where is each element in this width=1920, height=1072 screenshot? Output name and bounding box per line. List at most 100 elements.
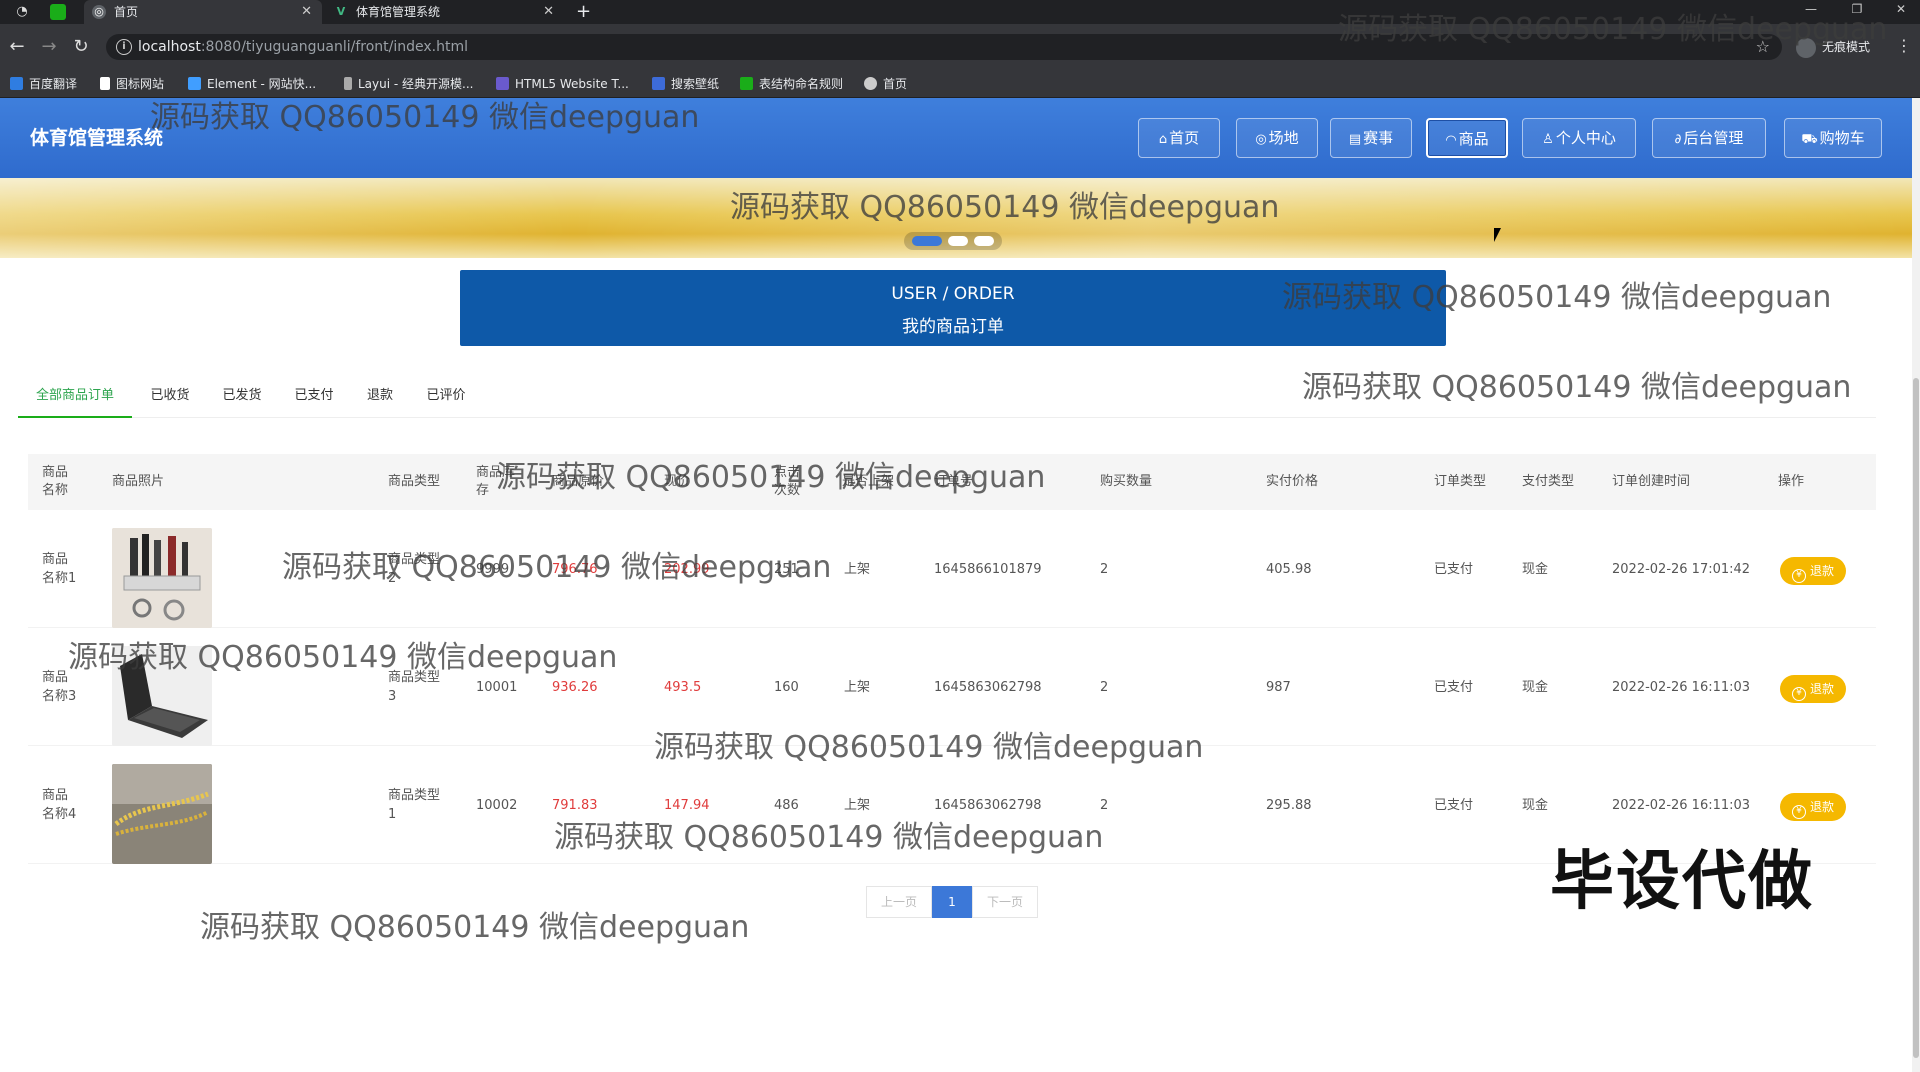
tab-received[interactable]: 已收货 [142, 376, 198, 418]
col-header: 操作 [1778, 474, 1805, 489]
nav-cart[interactable]: ⛟ 购物车 [1784, 118, 1882, 158]
cell-price: 147.94 [664, 797, 710, 813]
col-header: 实付价格 [1266, 474, 1319, 489]
cell-clicks: 160 [774, 679, 799, 695]
bookmark-item[interactable]: 首页 [864, 70, 907, 98]
cell-price: 493.5 [664, 679, 702, 695]
refund-button[interactable]: ¥ 退款 [1780, 557, 1846, 585]
new-tab-button[interactable]: + [576, 0, 591, 24]
url-input[interactable]: i localhost:8080/tiyuguanguanli/front/in… [106, 34, 1782, 60]
nav-venue[interactable]: ◎ 场地 [1236, 118, 1318, 158]
col-header: 订单创建时间 [1612, 474, 1691, 489]
nav-label: 后台管理 [1683, 129, 1744, 147]
tab-shipped[interactable]: 已发货 [214, 376, 270, 418]
cell-orig-price: 936.26 [552, 679, 598, 695]
app-favicon-icon[interactable] [50, 4, 66, 20]
tab-reviewed[interactable]: 已评价 [418, 376, 474, 418]
cell-price: 202.99 [664, 561, 710, 577]
tab-label: 首页 [114, 5, 139, 19]
cell-qty: 2 [1100, 561, 1109, 577]
bookmark-star-icon[interactable]: ☆ [1756, 34, 1770, 60]
more-menu-icon[interactable]: ⋮ [1896, 36, 1912, 55]
bookmark-item[interactable]: Layui - 经典开源模... [344, 70, 473, 98]
cell-type: 商品类型 3 [388, 670, 441, 704]
cell-created: 2022-02-26 17:01:42 [1612, 561, 1751, 577]
bookmark-item[interactable]: Element - 网站快... [188, 70, 316, 98]
cell-orig-price: 796.76 [552, 561, 598, 577]
tab-all-orders[interactable]: 全部商品订单 [18, 376, 132, 418]
reload-icon[interactable]: ↻ [70, 36, 92, 58]
close-icon[interactable]: ✕ [543, 0, 554, 24]
page-1-button[interactable]: 1 [932, 886, 972, 918]
bookmark-item[interactable]: 表结构命名规则 [740, 70, 843, 98]
col-header: 商品 名称 [42, 465, 69, 498]
product-photo[interactable] [112, 528, 212, 628]
info-icon[interactable]: i [116, 39, 132, 55]
translate-icon [10, 77, 23, 90]
bookmark-label: Element - 网站快... [207, 77, 317, 91]
bookmark-item[interactable]: 搜索壁纸 [652, 70, 719, 98]
cell-qty: 2 [1100, 679, 1109, 695]
col-header: 订单类型 [1434, 474, 1487, 489]
browser-tabbar: ◔ ◎ 首页 ✕ V 体育馆管理系统 ✕ + — ❐ ✕ [0, 0, 1920, 24]
cell-type: 商品类型 1 [388, 788, 441, 822]
tab-gym-system[interactable]: V 体育馆管理系统 ✕ [326, 0, 564, 24]
nav-label: 首页 [1169, 129, 1200, 147]
product-photo[interactable] [112, 646, 212, 746]
col-header: 商品类型 [388, 474, 441, 489]
forward-icon[interactable]: → [38, 36, 60, 58]
bookmark-item[interactable]: 图标网站 [100, 70, 164, 98]
scrollbar-thumb[interactable] [1913, 378, 1919, 1058]
nav-admin[interactable]: ∂ 后台管理 [1652, 118, 1766, 158]
cart-icon: ⛟ [1801, 132, 1818, 147]
page-scrollbar[interactable] [1912, 98, 1920, 1072]
promo-text: 毕设代做 [1550, 845, 1814, 919]
user-icon: ♙ [1542, 132, 1554, 147]
restore-icon[interactable]: ❐ [1842, 0, 1872, 20]
bookmark-label: 图标网站 [116, 77, 165, 91]
bookmark-label: 首页 [883, 77, 908, 91]
cell-stock: 10001 [476, 679, 518, 695]
bookmark-item[interactable]: HTML5 Website T... [496, 70, 629, 98]
tab-home[interactable]: ◎ 首页 ✕ [84, 0, 322, 24]
close-icon[interactable]: ✕ [301, 0, 312, 24]
col-header: 商品库 存 [476, 465, 516, 498]
cell-clicks: 486 [774, 797, 799, 813]
carousel-dot[interactable] [948, 236, 968, 246]
cell-type: 商品类型 2 [388, 552, 441, 586]
table-icon [740, 77, 753, 90]
col-header: 点击 次数 [774, 465, 801, 498]
nav-goods[interactable]: ◠ 商品 [1426, 118, 1508, 158]
product-photo[interactable] [112, 764, 212, 864]
order-section-banner: USER / ORDER 我的商品订单 [460, 270, 1446, 346]
refund-label: 退款 [1809, 564, 1834, 578]
prev-page-button[interactable]: 上一页 [866, 886, 932, 918]
refund-button[interactable]: ¥ 退款 [1780, 675, 1846, 703]
bookmark-item[interactable]: 百度翻译 [10, 70, 77, 98]
nav-user-center[interactable]: ♙ 个人中心 [1522, 118, 1636, 158]
mouse-cursor [1494, 228, 1501, 242]
element-icon [188, 77, 201, 90]
next-page-button[interactable]: 下一页 [972, 886, 1038, 918]
close-window-icon[interactable]: ✕ [1886, 0, 1916, 20]
tab-refund[interactable]: 退款 [358, 376, 402, 418]
html5-icon [496, 77, 509, 90]
carousel-dot[interactable] [974, 236, 994, 246]
bookmark-label: HTML5 Website T... [515, 77, 629, 91]
cell-order-type: 已支付 [1434, 797, 1474, 813]
refund-button[interactable]: ¥ 退款 [1780, 793, 1846, 821]
minimize-icon[interactable]: — [1796, 0, 1826, 20]
browser-menu-icon[interactable]: ◔ [12, 2, 32, 22]
cell-stock: 10002 [476, 797, 518, 813]
nav-home[interactable]: ⌂ 首页 [1138, 118, 1220, 158]
tab-paid[interactable]: 已支付 [286, 376, 342, 418]
nav-events[interactable]: ▤ 赛事 [1330, 118, 1412, 158]
cell-paid: 405.98 [1266, 561, 1312, 577]
incognito-indicator[interactable]: 无痕模式 [1796, 34, 1870, 60]
layui-icon [344, 77, 352, 90]
nav-label: 个人中心 [1555, 129, 1616, 147]
carousel-dot[interactable] [912, 236, 942, 246]
carousel-indicator [904, 232, 1002, 250]
back-icon[interactable]: ← [6, 36, 28, 58]
product-photo-laptop [112, 646, 212, 746]
